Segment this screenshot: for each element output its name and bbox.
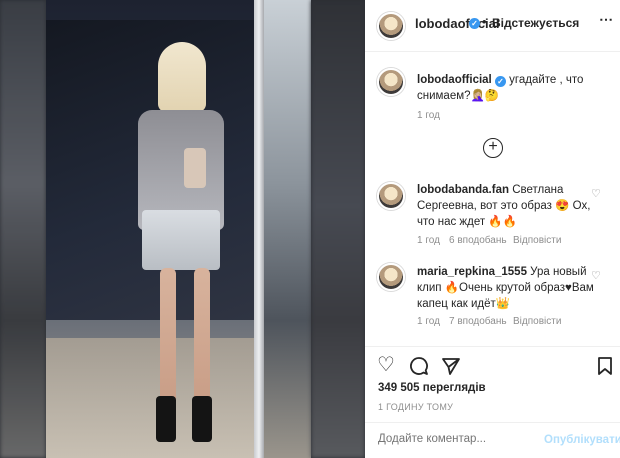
comment-avatar[interactable] — [377, 182, 405, 210]
media-blur-right — [311, 0, 365, 458]
caption-username[interactable]: lobodaofficial — [417, 74, 492, 86]
comment-reply-button[interactable]: Відповісти — [513, 316, 561, 327]
load-more-comments-icon[interactable]: + — [483, 138, 503, 158]
comment-like-icon[interactable]: ♡ — [591, 187, 601, 200]
caption-verified-icon: ✓ — [494, 76, 506, 87]
like-heart-icon[interactable]: ♡ — [377, 355, 395, 375]
save-bookmark-icon[interactable] — [597, 356, 613, 376]
share-direct-icon[interactable] — [441, 356, 461, 376]
comment-likes[interactable]: 7 вподобань — [449, 316, 507, 327]
comment-avatar[interactable] — [377, 263, 405, 291]
post-media[interactable] — [0, 0, 365, 458]
media-blur-left — [0, 0, 46, 458]
video-frame[interactable] — [46, 0, 311, 458]
author-avatar[interactable] — [377, 12, 405, 40]
comment-username[interactable]: lobodabanda.fan — [417, 184, 509, 196]
publish-button[interactable]: Опублікувати — [544, 434, 620, 446]
verified-icon: ✓ — [469, 18, 480, 29]
comment-username[interactable]: maria_repkina_1555 — [417, 266, 527, 278]
comment-form: Опублікувати — [365, 422, 620, 458]
more-options-icon[interactable]: ⋯ — [599, 11, 614, 28]
person-boot-left — [156, 396, 176, 442]
views-count[interactable]: 349 505 переглядів — [378, 382, 486, 394]
mirror-reflection — [264, 0, 311, 458]
mirror-frame — [254, 0, 264, 458]
post-panel: lobodaofficial ✓ • Відстежується ⋯ lobod… — [365, 0, 620, 458]
person-phone — [184, 148, 206, 188]
comment-reply-button[interactable]: Відповісти — [513, 235, 561, 246]
person-boot-right — [192, 396, 212, 442]
comment-item: maria_repkina_1555 Ура новый клип 🔥Очень… — [417, 264, 597, 312]
posted-time[interactable]: 1 ГОДИНУ ТОМУ — [378, 402, 453, 412]
caption-avatar[interactable] — [377, 68, 405, 96]
post-header: lobodaofficial ✓ • Відстежується ⋯ — [365, 0, 620, 52]
comment-time[interactable]: 1 год — [417, 316, 440, 327]
comment-likes[interactable]: 6 вподобань — [449, 235, 507, 246]
caption-time[interactable]: 1 год — [417, 110, 440, 121]
person-hair — [158, 42, 206, 112]
person-skirt — [142, 210, 220, 270]
comment-time[interactable]: 1 год — [417, 235, 440, 246]
comment-like-icon[interactable]: ♡ — [591, 269, 601, 282]
separator-dot: • — [482, 14, 487, 29]
comment-bubble-icon[interactable] — [409, 356, 429, 376]
action-bar: ♡ — [365, 346, 620, 382]
comment-input[interactable] — [378, 433, 538, 445]
following-button[interactable]: Відстежується — [492, 16, 579, 30]
caption: lobodaofficial ✓ угадайте , что снимаем?… — [417, 72, 607, 104]
comment-item: lobodabanda.fan Светлана Сергеевна, вот … — [417, 182, 597, 230]
